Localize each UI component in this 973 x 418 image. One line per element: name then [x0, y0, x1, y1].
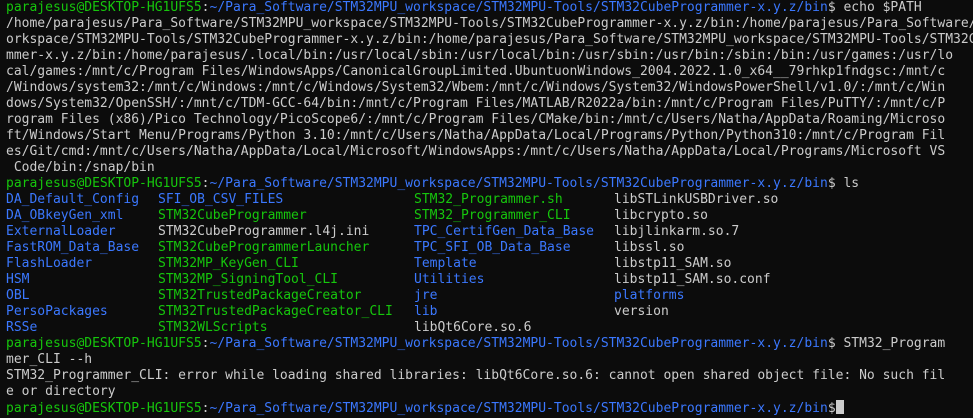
- ls-entry: ExternalLoader: [6, 224, 116, 239]
- ls-row: DA_Default_Config SFI_OB_CSV_FILES STM32_P…: [6, 192, 973, 208]
- prompt-user: parajesus@DESKTOP-HG1UFS5: [6, 336, 202, 351]
- ls-entry: platforms: [614, 288, 685, 303]
- ls-row: PersoPackages STM32TrustedPackageCreator_…: [6, 304, 973, 320]
- ls-row: ExternalLoader STM32CubeProgrammer.l4j.in…: [6, 224, 973, 240]
- ls-entry: Template: [414, 256, 477, 271]
- output-line: es/Git/cmd:/mnt/c/Users/Natha/AppData/Lo…: [6, 144, 946, 159]
- ls-entry: STM32MP_SigningTool_CLI: [158, 272, 339, 287]
- output-line: dows/System32/OpenSSH/:/mnt/c/TDM-GCC-64…: [6, 96, 946, 111]
- prompt-symbol: $: [827, 176, 836, 191]
- prompt-separator: :: [201, 336, 210, 351]
- output-line: mmer-x.y.z/bin:/home/parajesus/.local/bi…: [6, 48, 954, 63]
- text-cursor: [835, 400, 844, 414]
- command-text: echo $PATH: [835, 0, 922, 15]
- ls-entry: TPC_CertifGen_Data_Base: [414, 224, 595, 239]
- ls-entry: libQt6Core.so.6: [414, 320, 532, 335]
- output-line: cal/games:/mnt/c/Program Files/WindowsAp…: [6, 64, 946, 79]
- path-output: /home/parajesus/Para_Software/STM32MPU_w…: [6, 16, 973, 176]
- command-text: STM32_Program: [835, 336, 946, 351]
- ls-entry: [614, 320, 973, 336]
- prompt-path: ~/Para_Software/STM32MPU_workspace/STM32…: [209, 336, 828, 351]
- ls-entry: libssl.so: [614, 240, 685, 255]
- prompt-user: parajesus@DESKTOP-HG1UFS5: [6, 401, 202, 416]
- ls-entry: STM32CubeProgrammer: [158, 208, 307, 223]
- ls-entry: STM32TrustedPackageCreator_CLI: [158, 304, 393, 319]
- prompt-line: parajesus@DESKTOP-HG1UFS5:~/Para_Softwar…: [6, 0, 973, 16]
- ls-entry: FlashLoader: [6, 256, 93, 271]
- ls-entry: STM32CubeProgrammerLauncher: [158, 240, 370, 255]
- output-line: /home/parajesus/Para_Software/STM32MPU_w…: [6, 16, 973, 31]
- ls-entry: libstp11_SAM.so.conf: [614, 272, 771, 287]
- ls-entry: libcrypto.so: [614, 208, 708, 223]
- command-continuation: mer_CLI --h: [6, 352, 93, 367]
- ls-row: DA_OBkeyGen_xml STM32CubeProgrammer STM32_…: [6, 208, 973, 224]
- error-line: e or directory: [6, 384, 116, 399]
- command-text: ls: [835, 176, 860, 191]
- ls-entry: DA_Default_Config: [6, 192, 140, 207]
- ls-entry: Utilities: [414, 272, 485, 287]
- prompt-symbol: $: [827, 401, 836, 416]
- ls-row: RSSe STM32WLScripts libQt6Core.so.6: [6, 320, 973, 336]
- ls-entry: HSM: [6, 272, 30, 287]
- terminal-window[interactable]: parajesus@DESKTOP-HG1UFS5:~/Para_Softwar…: [0, 0, 973, 418]
- ls-entry: STM32CubeProgrammer.l4j.ini: [158, 224, 370, 239]
- ls-row: HSM STM32MP_SigningTool_CLI Utilities libst…: [6, 272, 973, 288]
- prompt-separator: :: [201, 401, 210, 416]
- ls-entry: FastROM_Data_Base: [6, 240, 140, 255]
- ls-entry: STM32_Programmer_CLI: [414, 208, 571, 223]
- output-line: orkspace/STM32MPU-Tools/STM32CubeProgram…: [6, 32, 973, 47]
- ls-row: FlashLoader STM32MP_KeyGen_CLI Template lib…: [6, 256, 973, 272]
- ls-entry: TPC_SFI_OB_Data_Base: [414, 240, 571, 255]
- ls-entry: STM32MP_KeyGen_CLI: [158, 256, 299, 271]
- ls-entry: jre: [414, 288, 438, 303]
- ls-entry: STM32TrustedPackageCreator: [158, 288, 362, 303]
- ls-entry: DA_OBkeyGen_xml: [6, 208, 124, 223]
- prompt-separator: :: [201, 0, 210, 15]
- prompt-user: parajesus@DESKTOP-HG1UFS5: [6, 176, 202, 191]
- ls-entry: STM32_Programmer.sh: [414, 192, 563, 207]
- prompt-line[interactable]: parajesus@DESKTOP-HG1UFS5:~/Para_Softwar…: [6, 400, 973, 416]
- ls-output: DA_Default_Config SFI_OB_CSV_FILES STM32_P…: [6, 192, 973, 336]
- output-line: rogram Files (x86)/Pico Technology/PicoS…: [6, 112, 946, 127]
- ls-entry: RSSe: [6, 320, 38, 335]
- prompt-line: parajesus@DESKTOP-HG1UFS5:~/Para_Softwar…: [6, 336, 973, 352]
- ls-row: FastROM_Data_Base STM32CubeProgrammerLaun…: [6, 240, 973, 256]
- prompt-path: ~/Para_Software/STM32MPU_workspace/STM32…: [209, 176, 828, 191]
- prompt-line: parajesus@DESKTOP-HG1UFS5:~/Para_Softwar…: [6, 176, 973, 192]
- output-line: /Windows/system32:/mnt/c/Windows:/mnt/c/…: [6, 80, 946, 95]
- error-line: STM32_Programmer_CLI: error while loadin…: [6, 368, 946, 383]
- ls-entry: libstp11_SAM.so: [614, 256, 732, 271]
- ls-entry: PersoPackages: [6, 304, 108, 319]
- prompt-symbol: $: [827, 336, 836, 351]
- prompt-separator: :: [201, 176, 210, 191]
- prompt-symbol: $: [827, 0, 836, 15]
- ls-entry: version: [614, 304, 669, 319]
- ls-entry: SFI_OB_CSV_FILES: [158, 192, 284, 207]
- ls-entry: STM32WLScripts: [158, 320, 268, 335]
- output-line: ft/Windows/Start Menu/Programs/Python 3.…: [6, 128, 946, 143]
- prompt-path: ~/Para_Software/STM32MPU_workspace/STM32…: [209, 401, 828, 416]
- ls-entry: libjlinkarm.so.7: [614, 224, 740, 239]
- ls-row: OBL STM32TrustedPackageCreator jre platform…: [6, 288, 973, 304]
- ls-entry: OBL: [6, 288, 30, 303]
- ls-entry: lib: [414, 304, 438, 319]
- prompt-user: parajesus@DESKTOP-HG1UFS5: [6, 0, 202, 15]
- output-line: Code/bin:/snap/bin: [6, 160, 155, 175]
- ls-entry: libSTLinkUSBDriver.so: [614, 192, 779, 207]
- prompt-path: ~/Para_Software/STM32MPU_workspace/STM32…: [209, 0, 828, 15]
